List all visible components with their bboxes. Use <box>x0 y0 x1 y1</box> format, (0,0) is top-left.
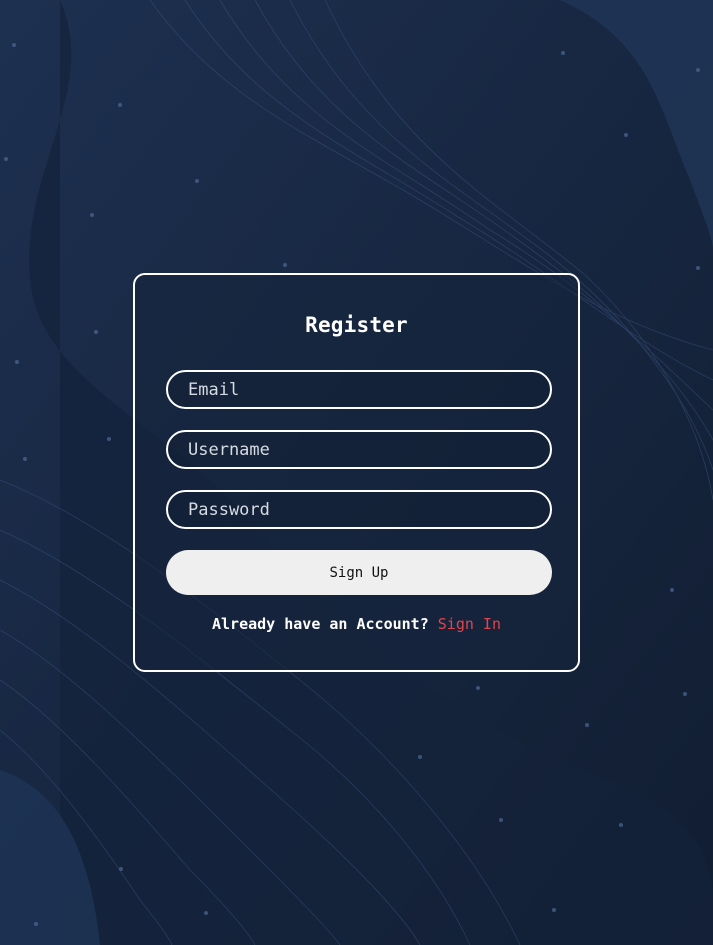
email-field[interactable] <box>166 370 552 409</box>
password-field[interactable] <box>166 490 552 529</box>
register-title: Register <box>305 313 408 337</box>
account-prompt-text: Already have an Account? <box>212 615 429 633</box>
register-card: Register Sign Up Already have an Account… <box>133 273 580 672</box>
signin-prompt: Already have an Account? Sign In <box>135 615 578 633</box>
signin-link[interactable]: Sign In <box>438 615 501 633</box>
signup-button[interactable]: Sign Up <box>166 550 552 595</box>
username-field[interactable] <box>166 430 552 469</box>
